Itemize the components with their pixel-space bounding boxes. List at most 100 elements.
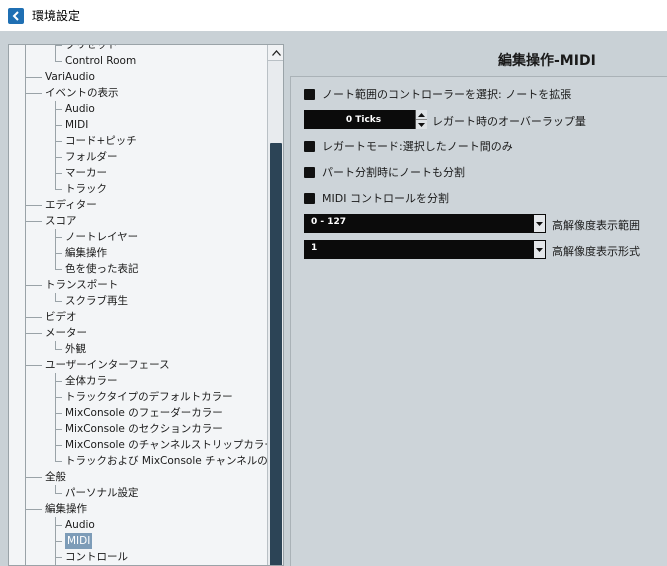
page-title: 編集操作-MIDI	[498, 53, 596, 69]
dropdown-arrow[interactable]	[534, 241, 545, 258]
tree-item[interactable]: イベントの表示	[9, 85, 267, 101]
tree-item[interactable]: メーター	[9, 325, 267, 341]
tree-item-label: ノートレイヤー	[65, 231, 139, 243]
tree-item[interactable]: MixConsole のセクションカラー	[9, 421, 267, 437]
tree-item[interactable]: Audio	[9, 101, 267, 117]
hires-range-dropdown[interactable]: 0 - 127	[304, 214, 546, 233]
hires-format-label: 高解像度表示形式	[552, 245, 640, 258]
checkbox[interactable]	[304, 140, 315, 152]
spin-down-button[interactable]	[416, 120, 427, 129]
checkbox[interactable]	[304, 192, 315, 204]
tree-item-label: 編集操作	[65, 247, 107, 259]
tree-item-label: Audio	[65, 103, 95, 115]
chevron-down-icon	[536, 221, 543, 226]
tree-list: プリセット Control Room VariAudio イベントの表示 Audio MI…	[9, 45, 283, 565]
tree-item[interactable]: 外観	[9, 341, 267, 357]
legato-overlap-label: レガート時のオーバーラップ量	[432, 115, 586, 128]
tree-item[interactable]: トラックタイプのデフォルトカラー	[9, 389, 267, 405]
option-split-midi-controllers[interactable]: MIDI コントロールを分割	[304, 190, 449, 206]
tree-item-label: コントロール	[65, 551, 128, 563]
tree-item[interactable]: エディター	[9, 197, 267, 213]
tree-item-label: コード+ピッチ	[65, 135, 137, 147]
tree-item-label: Control Room	[65, 55, 137, 67]
tree-item[interactable]: 編集操作	[9, 245, 267, 261]
tree-item-label: 編集操作	[45, 503, 87, 515]
tree-item-label: MixConsole のセクションカラー	[65, 423, 223, 435]
tree-item[interactable]: トラック	[9, 181, 267, 197]
tree-item-label: マーカー	[65, 167, 107, 179]
tree-item-label: ユーザーインターフェース	[45, 359, 170, 371]
tree-item-label: ビデオ	[45, 311, 77, 323]
tree-item[interactable]: スクラブ再生	[9, 293, 267, 309]
spin-up-button[interactable]	[416, 110, 427, 120]
option-select-controllers[interactable]: ノート範囲のコントローラーを選択: ノートを拡張	[304, 86, 571, 102]
tree-item-label: 全体カラー	[65, 375, 118, 387]
tree-item-label: MIDI	[65, 533, 93, 549]
tree-item-label: トラックおよび MixConsole チャンネルのカラー	[65, 455, 284, 467]
tree-item[interactable]: 色を使った表記	[9, 261, 267, 277]
tree-item[interactable]: スコア	[9, 213, 267, 229]
scroll-thumb[interactable]	[270, 143, 282, 565]
hires-format-value: 1	[311, 243, 318, 253]
preferences-tree: プリセット Control Room VariAudio イベントの表示 Audio MI…	[8, 44, 284, 566]
tree-item-label: VariAudio	[45, 71, 95, 83]
tree-item[interactable]: 全般	[9, 469, 267, 485]
tree-item[interactable]: ビデオ	[9, 309, 267, 325]
tree-item[interactable]: プリセット	[9, 45, 267, 53]
tree-item[interactable]: Audio	[9, 517, 267, 533]
dropdown-arrow[interactable]	[534, 215, 545, 232]
tree-item[interactable]: トランスポート	[9, 277, 267, 293]
option-label: パート分割時にノートも分割	[322, 166, 465, 179]
tree-item[interactable]: コントロール	[9, 549, 267, 565]
option-split-notes[interactable]: パート分割時にノートも分割	[304, 164, 465, 180]
checkbox[interactable]	[304, 88, 315, 100]
tree-item[interactable]: マーカー	[9, 165, 267, 181]
chevron-up-icon	[271, 49, 281, 56]
scroll-up-button[interactable]	[268, 45, 283, 61]
cubase-app-icon	[8, 7, 24, 24]
tree-item-label: トランスポート	[45, 279, 119, 291]
tree-item-label: スクラブ再生	[65, 295, 128, 307]
triangle-down-icon	[418, 122, 425, 127]
tree-item[interactable]: パーソナル設定	[9, 485, 267, 501]
legato-overlap-value[interactable]: 0 Ticks	[304, 115, 415, 125]
checkbox[interactable]	[304, 166, 315, 178]
tree-item[interactable]: フォルダー	[9, 149, 267, 165]
tree-item-label: MIDI	[65, 119, 89, 131]
option-label: ノート範囲のコントローラーを選択: ノートを拡張	[322, 88, 572, 101]
option-label: MIDI コントロールを分割	[322, 192, 449, 205]
hires-range-label: 高解像度表示範囲	[552, 219, 640, 232]
hires-range-value: 0 - 127	[311, 217, 347, 227]
tree-item-label: トラックタイプのデフォルトカラー	[65, 391, 233, 403]
tree-item[interactable]: VariAudio	[9, 69, 267, 85]
tree-item-label: Audio	[65, 519, 95, 531]
tree-item[interactable]: コード+ピッチ	[9, 133, 267, 149]
tree-item-label: スコア	[45, 215, 77, 227]
option-label: レガートモード:選択したノート間のみ	[322, 140, 513, 153]
spin-buttons[interactable]	[415, 110, 427, 129]
tree-scrollbar[interactable]	[267, 45, 283, 565]
tree-item-label: MixConsole のチャンネルストリップカラー	[65, 439, 275, 451]
tree-item-label: メーター	[45, 327, 87, 339]
hires-format-dropdown[interactable]: 1	[304, 240, 546, 259]
tree-item[interactable]: MIDI	[9, 117, 267, 133]
tree-item-label: フォルダー	[65, 151, 118, 163]
legato-overlap-spinbox[interactable]: 0 Ticks	[304, 110, 427, 129]
tree-item-label: パーソナル設定	[65, 487, 139, 499]
tree-item[interactable]: 編集操作	[9, 501, 267, 517]
tree-item[interactable]: ノートレイヤー	[9, 229, 267, 245]
tree-item[interactable]: トラックおよび MixConsole チャンネルのカラー	[9, 453, 283, 469]
triangle-up-icon	[418, 112, 425, 117]
tree-item-label: 外観	[65, 343, 86, 355]
option-legato-mode[interactable]: レガートモード:選択したノート間のみ	[304, 138, 513, 154]
tree-item[interactable]: ユーザーインターフェース	[9, 357, 267, 373]
tree-item[interactable]: 全体カラー	[9, 373, 267, 389]
tree-item-label: エディター	[45, 199, 97, 211]
tree-item-label: トラック	[65, 183, 107, 195]
tree-item[interactable]: Control Room	[9, 53, 267, 69]
tree-item[interactable]: MIDI	[9, 533, 267, 549]
tree-item[interactable]: MixConsole のフェーダーカラー	[9, 405, 267, 421]
title-bar: 環境設定	[0, 0, 667, 31]
tree-item[interactable]: MixConsole のチャンネルストリップカラー	[9, 437, 275, 453]
tree-item-label: 色を使った表記	[65, 263, 139, 275]
